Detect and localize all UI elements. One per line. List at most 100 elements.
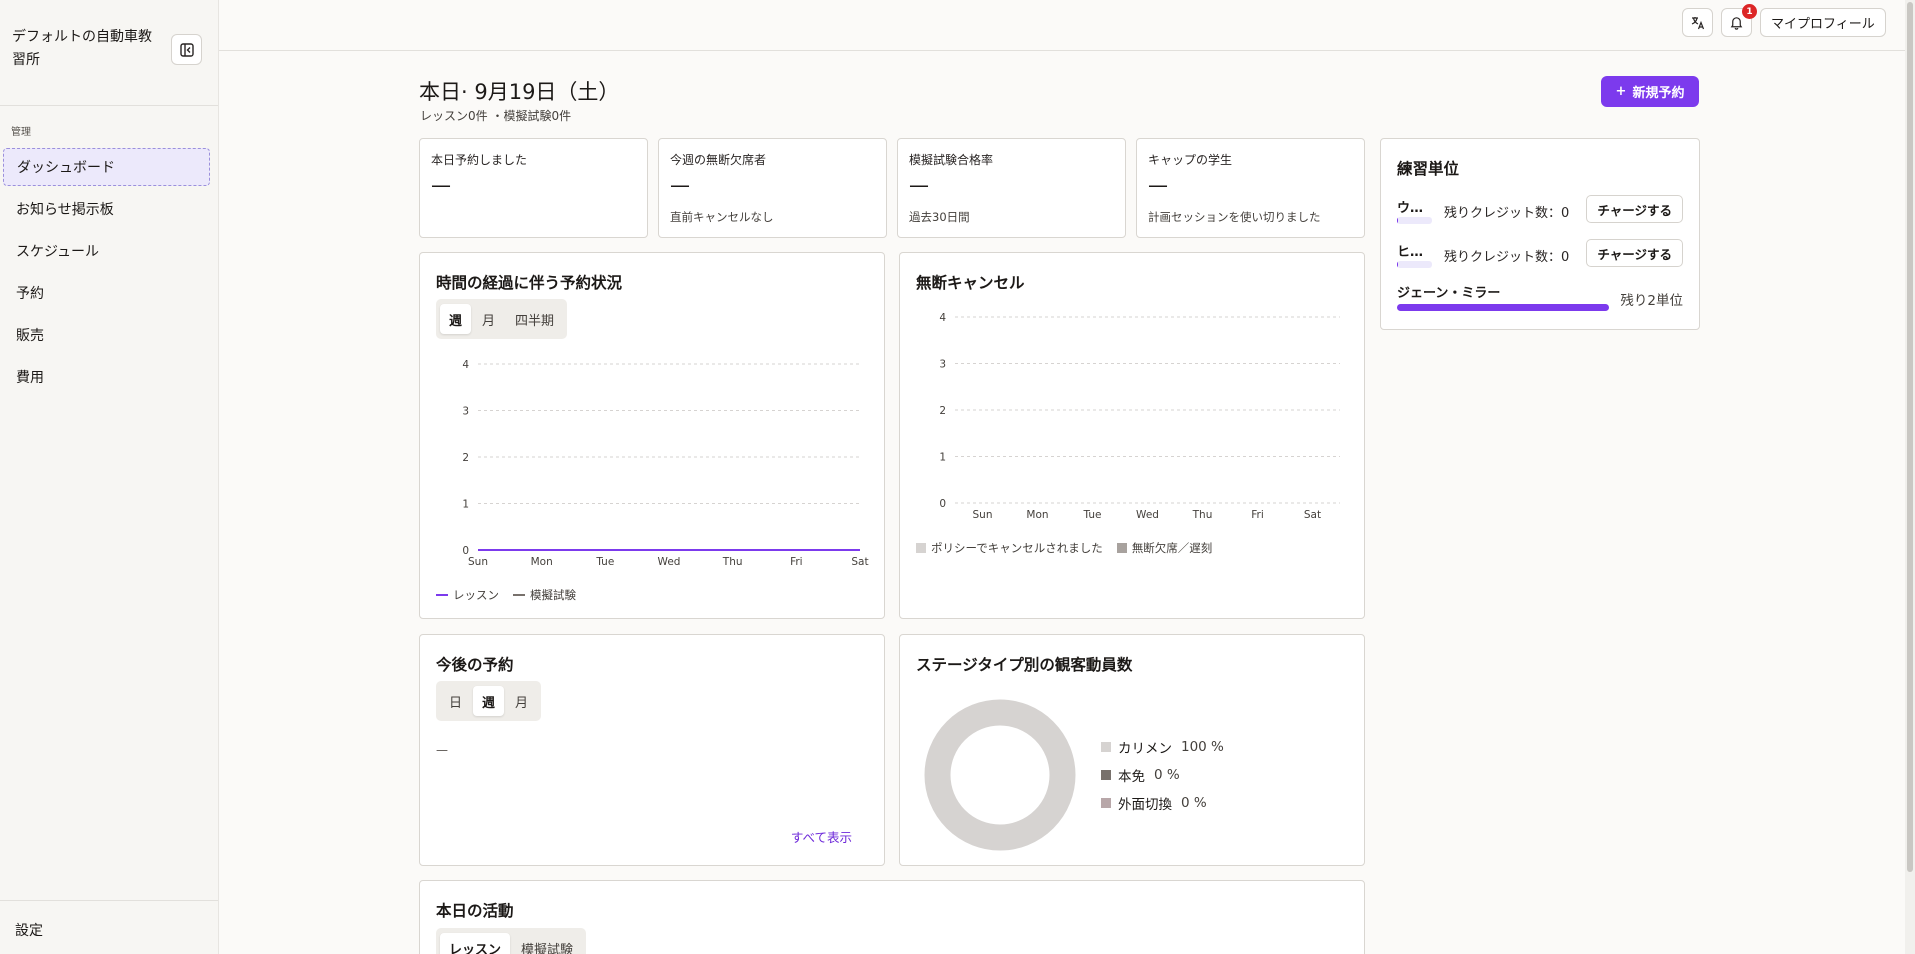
my-profile-button[interactable]: マイプロフィール [1760,8,1886,37]
sidebar-item-dashboard[interactable]: ダッシュボード [3,148,210,186]
page-title: 本日· 9月19日（土） [419,80,620,104]
legend-item: 模擬試験 [513,587,576,603]
tab-week[interactable]: 週 [473,686,505,716]
notification-badge: 1 [1742,4,1757,19]
legend-item: レッスン [436,587,499,603]
x-tick-label: Sat [1304,509,1321,521]
practice-units-card: 練習単位 ウ… 残りクレジット数：0 チャージする ヒ… 残りクレジット数：0 … [1380,138,1700,330]
brand-name: デフォルトの自動車教習所 [12,29,152,68]
legend-swatch [1101,798,1111,808]
student-name: ヒ… [1397,245,1424,260]
stat-value: — [1148,173,1168,197]
noshow-cancellations-card: 無断キャンセル 0 1 2 3 4 Sun Mon Tue Wed Thu Fri Sat ポリシーで… [899,252,1365,619]
legend-value: 0 % [1181,795,1207,811]
legend-item: カリメン 100 % [1101,733,1224,761]
translate-icon [1691,16,1704,29]
bell-icon [1730,17,1743,30]
sidebar-item-settings[interactable]: 設定 [15,920,43,940]
sidebar-item-announcements[interactable]: お知らせ掲示板 [3,190,210,228]
y-tick-label: 2 [939,405,946,417]
student-name: ジェーン・ミラー [1397,286,1501,301]
sidebar-collapse-icon [179,42,194,57]
charge-button[interactable]: チャージする [1586,195,1683,223]
remaining-credits: 残りクレジット数：0 [1444,250,1570,265]
card-title: ステージタイプ別の観客動員数 [916,656,1133,674]
practice-units-title: 練習単位 [1397,160,1460,178]
noshow-bar-chart: 0 1 2 3 4 Sun Mon Tue Wed Thu Fri Sat [939,312,1340,521]
stat-label: 本日予約しました [431,153,528,167]
page-subtitle: レッスン0件 ・模擬試験0件 [420,109,572,123]
legend-label: ポリシーでキャンセルされました [931,541,1103,555]
stat-value: — [670,173,690,197]
new-booking-button[interactable]: + 新規予約 [1601,76,1699,107]
x-tick-label: Thu [722,556,743,568]
chart-legend: ポリシーでキャンセルされました 無断欠席／遅刻 [916,540,1212,556]
stat-sub: 直前キャンセルなし [670,210,774,224]
legend-swatch [1101,742,1111,752]
upcoming-bookings-card: 今後の予約 日 週 月 — すべて表示 [419,634,885,866]
tab-quarter[interactable]: 四半期 [506,304,563,334]
tab-mock-exams[interactable]: 模擬試験 [512,933,582,954]
range-tabs: 日 週 月 [436,681,542,721]
view-all-link[interactable]: すべて表示 [791,827,852,846]
card-title: 本日の活動 [436,902,514,920]
x-tick-label: Tue [1083,509,1102,521]
legend-item: 無断欠席／遅刻 [1116,540,1213,556]
chart-legend: レッスン 模擬試験 [436,587,576,603]
stat-card-mock-pass-rate: 模擬試験合格率 — 過去30日間 [897,138,1126,238]
y-tick-label: 3 [462,406,469,418]
stage-donut-chart [924,699,1076,851]
bookings-over-time-card: 時間の経過に伴う予約状況 週 月 四半期 0 1 2 3 4 Sun Mon Tue Wed Th… [419,252,885,619]
card-title: 時間の経過に伴う予約状況 [436,274,623,292]
sidebar-item-bookings[interactable]: 予約 [3,274,210,312]
x-tick-label: Thu [1192,509,1213,521]
stat-card-booked-today: 本日予約しました — [419,138,648,238]
sidebar-item-expenses[interactable]: 費用 [3,358,210,396]
y-tick-label: 0 [939,498,946,510]
tab-month[interactable]: 月 [506,686,537,716]
tab-day[interactable]: 日 [440,686,471,716]
legend-value: 0 % [1154,767,1180,783]
sidebar-item-sales[interactable]: 販売 [3,316,210,354]
notifications-button[interactable]: 1 [1721,4,1757,37]
practice-unit-row: ウ… 残りクレジット数：0 チャージする [1397,195,1683,229]
stat-label: 模擬試験合格率 [909,153,994,167]
stat-value: — [431,173,451,197]
tab-month[interactable]: 月 [473,304,504,334]
legend-label: 無断欠席／遅刻 [1131,541,1213,555]
x-tick-label: Wed [1136,509,1159,521]
credit-progress-fill [1397,217,1399,224]
x-tick-label: Fri [1251,509,1264,521]
topbar: 1 マイプロフィール [219,0,1905,51]
nav-section-label: 管理 [11,127,31,138]
legend-swatch [1116,543,1127,553]
page-scrollbar[interactable] [1905,0,1915,954]
tab-lessons[interactable]: レッスン [440,933,511,954]
legend-swatch [436,594,448,596]
translate-button[interactable] [1682,8,1713,37]
period-tabs: 週 月 四半期 [436,299,568,339]
credit-progress-bar [1397,261,1432,268]
legend-item: 外面切換 0 % [1101,789,1224,817]
bookings-line-chart: 01234Sun Mon Tue Wed Thu Fri Sat [462,359,868,568]
stat-sub: 過去30日間 [909,210,970,224]
sidebar-item-schedule[interactable]: スケジュール [3,232,210,270]
legend-label: カリメン [1118,741,1172,757]
stat-sub: 計画セッションを使い切りました [1148,210,1321,224]
scrollbar-thumb[interactable] [1907,2,1913,872]
legend-label: 本免 [1118,769,1145,785]
legend-label: 模擬試験 [530,588,576,602]
y-tick-label: 1 [939,452,946,464]
x-tick-label: Fri [790,556,803,568]
charge-button[interactable]: チャージする [1586,239,1683,267]
x-tick-label: Sun [973,509,993,521]
stat-label: 今週の無断欠席者 [670,153,767,167]
stat-label: キャップの学生 [1148,153,1233,167]
sidebar: デフォルトの自動車教習所 管理 ダッシュボード お知らせ掲示板 スケジュール 予… [0,0,219,954]
y-tick-label: 1 [462,499,469,511]
tab-week[interactable]: 週 [440,304,472,334]
stat-value: — [909,173,929,197]
plus-icon: + [1615,84,1627,99]
collapse-sidebar-button[interactable] [171,34,202,65]
credit-progress-bar [1397,217,1432,224]
